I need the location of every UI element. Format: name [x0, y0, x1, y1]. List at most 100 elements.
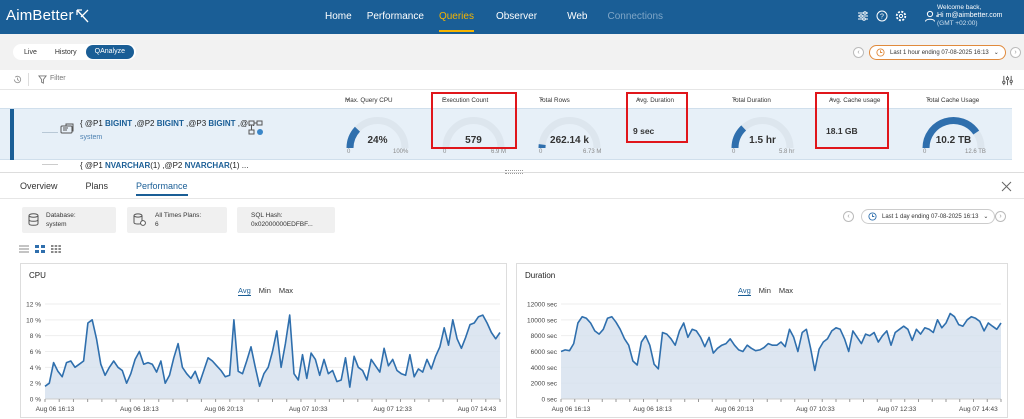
cpu-chart-point[interactable] — [162, 380, 168, 386]
cpu-chart-point[interactable] — [497, 330, 503, 336]
cpu-chart-point[interactable] — [295, 377, 301, 383]
duration-chart-point[interactable] — [609, 314, 615, 320]
duration-chart-point[interactable] — [880, 333, 886, 339]
tab-overview[interactable]: Overview — [20, 181, 58, 196]
cpu-chart-point[interactable] — [231, 317, 237, 323]
cpu-chart-point[interactable] — [484, 320, 490, 326]
duration-chart-point[interactable] — [786, 326, 792, 332]
cpu-chart-point[interactable] — [149, 361, 155, 367]
duration-chart-point[interactable] — [664, 331, 670, 337]
duration-chart-point[interactable] — [795, 349, 801, 355]
filter-label[interactable]: Filter — [50, 75, 66, 82]
column-settings-icon[interactable] — [1002, 75, 1013, 86]
history-icon[interactable] — [12, 74, 23, 85]
query-text[interactable]: { @P1 BIGINT ,@P2 BIGINT ,@P3 BIGINT ,@.… — [80, 119, 255, 128]
duration-chart-point[interactable] — [998, 320, 1004, 326]
resize-handle[interactable] — [505, 170, 523, 174]
cpu-chart-point[interactable] — [265, 364, 271, 370]
nav-home[interactable]: Home — [325, 11, 352, 32]
cpu-chart-point[interactable] — [437, 344, 443, 350]
cpu-chart-point[interactable] — [480, 312, 486, 318]
cpu-chart-point[interactable] — [390, 356, 396, 362]
duration-chart-point[interactable] — [871, 330, 877, 336]
duration-chart-point[interactable] — [643, 333, 649, 339]
cpu-chart-point[interactable] — [347, 384, 353, 390]
grid-view-icon[interactable] — [51, 245, 61, 253]
cpu-chart-point[interactable] — [304, 375, 310, 381]
duration-chart-point[interactable] — [685, 334, 691, 340]
duration-chart-point[interactable] — [846, 349, 852, 355]
cpu-chart-point[interactable] — [282, 341, 288, 347]
cpu-chart-point[interactable] — [171, 355, 177, 361]
duration-tab-max[interactable]: Max — [779, 286, 793, 296]
duration-chart-point[interactable] — [702, 344, 708, 350]
duration-chart-point[interactable] — [731, 342, 737, 348]
duration-chart[interactable]: 0 sec 2000 sec 4000 sec 6000 sec 8000 sec 100… — [517, 299, 1009, 419]
duration-chart-point[interactable] — [647, 342, 653, 348]
cpu-chart-point[interactable] — [308, 350, 314, 356]
nav-observer[interactable]: Observer — [496, 11, 537, 32]
cpu-chart-point[interactable] — [407, 352, 413, 358]
tab-qanalyze[interactable]: QAnalyze — [85, 45, 134, 59]
list-view-icon[interactable] — [19, 245, 29, 253]
col-total-duration[interactable]: Total Duration ⌄ — [732, 95, 771, 104]
duration-chart-point[interactable] — [617, 326, 623, 332]
cpu-chart-point[interactable] — [424, 356, 430, 362]
duration-chart-point[interactable] — [884, 328, 890, 334]
col-total-rows[interactable]: Total Rows ⌄ — [539, 95, 570, 104]
duration-chart-point[interactable] — [930, 330, 936, 336]
duration-chart-point[interactable] — [939, 325, 945, 331]
cpu-chart-point[interactable] — [433, 353, 439, 359]
cpu-chart-point[interactable] — [458, 345, 464, 351]
cpu-chart-point[interactable] — [441, 325, 447, 331]
cpu-chart-point[interactable] — [166, 372, 172, 378]
tab-performance[interactable]: Performance — [136, 181, 188, 196]
cpu-chart-point[interactable] — [257, 383, 263, 389]
duration-chart-point[interactable] — [812, 368, 818, 374]
two-column-view-icon[interactable] — [35, 245, 45, 253]
cpu-chart-point[interactable] — [351, 353, 357, 359]
cpu-chart-point[interactable] — [244, 358, 250, 364]
cpu-chart-point[interactable] — [300, 352, 306, 358]
duration-chart-point[interactable] — [803, 326, 809, 332]
cpu-tab-avg[interactable]: Avg — [238, 286, 251, 296]
duration-chart-point[interactable] — [681, 320, 687, 326]
duration-chart-point[interactable] — [994, 326, 1000, 332]
cpu-chart-point[interactable] — [81, 358, 87, 364]
duration-chart-point[interactable] — [613, 319, 619, 325]
cpu-chart-point[interactable] — [454, 336, 460, 342]
cpu-chart-point[interactable] — [111, 358, 117, 364]
duration-tab-avg[interactable]: Avg — [738, 286, 751, 296]
cpu-chart-point[interactable] — [420, 369, 426, 375]
settings-sliders-icon[interactable] — [857, 10, 869, 22]
cpu-chart-point[interactable] — [368, 356, 374, 362]
nav-connections[interactable]: Connections — [607, 11, 663, 32]
cpu-chart-point[interactable] — [154, 369, 160, 375]
duration-chart-point[interactable] — [782, 344, 788, 350]
duration-chart-point[interactable] — [571, 341, 577, 347]
duration-chart-point[interactable] — [600, 326, 606, 332]
cpu-chart-point[interactable] — [373, 363, 379, 369]
cpu-chart-point[interactable] — [209, 358, 215, 364]
filter-icon[interactable] — [38, 75, 47, 84]
duration-chart-point[interactable] — [621, 336, 627, 342]
cpu-chart-point[interactable] — [119, 368, 125, 374]
prev-range-button[interactable]: ‹ — [853, 47, 864, 58]
duration-chart-point[interactable] — [693, 328, 699, 334]
duration-tab-min[interactable]: Min — [759, 286, 771, 296]
cpu-chart-point[interactable] — [471, 320, 477, 326]
user-welcome[interactable]: Welcome back, Hi m@aimbetter.com (GMT +0… — [937, 4, 1002, 28]
duration-chart-point[interactable] — [841, 336, 847, 342]
col-total-cache-usage[interactable]: Total Cache Usage ⌄ — [926, 95, 979, 104]
tab-plans[interactable]: Plans — [86, 181, 109, 196]
duration-chart-point[interactable] — [943, 320, 949, 326]
cpu-chart-point[interactable] — [312, 356, 318, 362]
duration-chart-point[interactable] — [960, 323, 966, 329]
tab-live[interactable]: Live — [15, 49, 46, 56]
time-range-selector[interactable]: Last 1 hour ending 07-08-2025 16:13 ⌄ — [869, 45, 1006, 60]
cpu-tab-min[interactable]: Min — [259, 286, 271, 296]
nav-web[interactable]: Web — [567, 11, 587, 32]
duration-chart-point[interactable] — [778, 339, 784, 345]
duration-chart-point[interactable] — [858, 341, 864, 347]
logo[interactable]: AimBetter — [6, 7, 89, 24]
